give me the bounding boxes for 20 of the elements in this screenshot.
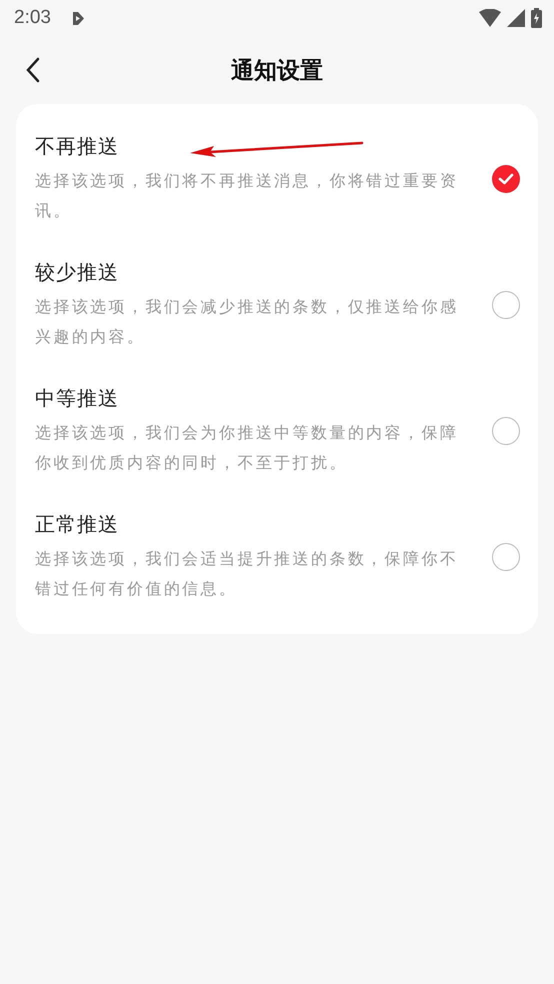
option-description: 选择该选项，我们会为你推送中等数量的内容，保障你收到优质内容的同时，不至于打扰。	[35, 422, 460, 474]
option-description: 选择该选项，我们将不再推送消息，你将错过重要资讯。	[35, 170, 460, 222]
option-title: 不再推送	[35, 132, 119, 160]
option-title: 中等推送	[35, 384, 119, 412]
check-icon	[498, 173, 514, 185]
status-time: 2:03	[14, 7, 51, 29]
wifi-icon	[479, 9, 501, 27]
radio-button[interactable]	[492, 165, 520, 193]
chevron-left-icon	[26, 57, 40, 83]
radio-button[interactable]	[492, 543, 520, 571]
page-title: 通知设置	[231, 56, 323, 86]
option-description: 选择该选项，我们会减少推送的条数，仅推送给你感兴趣的内容。	[35, 296, 460, 348]
radio-button[interactable]	[492, 417, 520, 445]
signal-icon	[507, 9, 525, 27]
option-title: 较少推送	[35, 258, 119, 286]
battery-icon	[531, 8, 542, 28]
option-description: 选择该选项，我们会适当提升推送的条数，保障你不错过任何有价值的信息。	[35, 548, 460, 600]
radio-button[interactable]	[492, 291, 520, 319]
option-title: 正常推送	[35, 510, 119, 538]
play-icon	[70, 10, 85, 26]
